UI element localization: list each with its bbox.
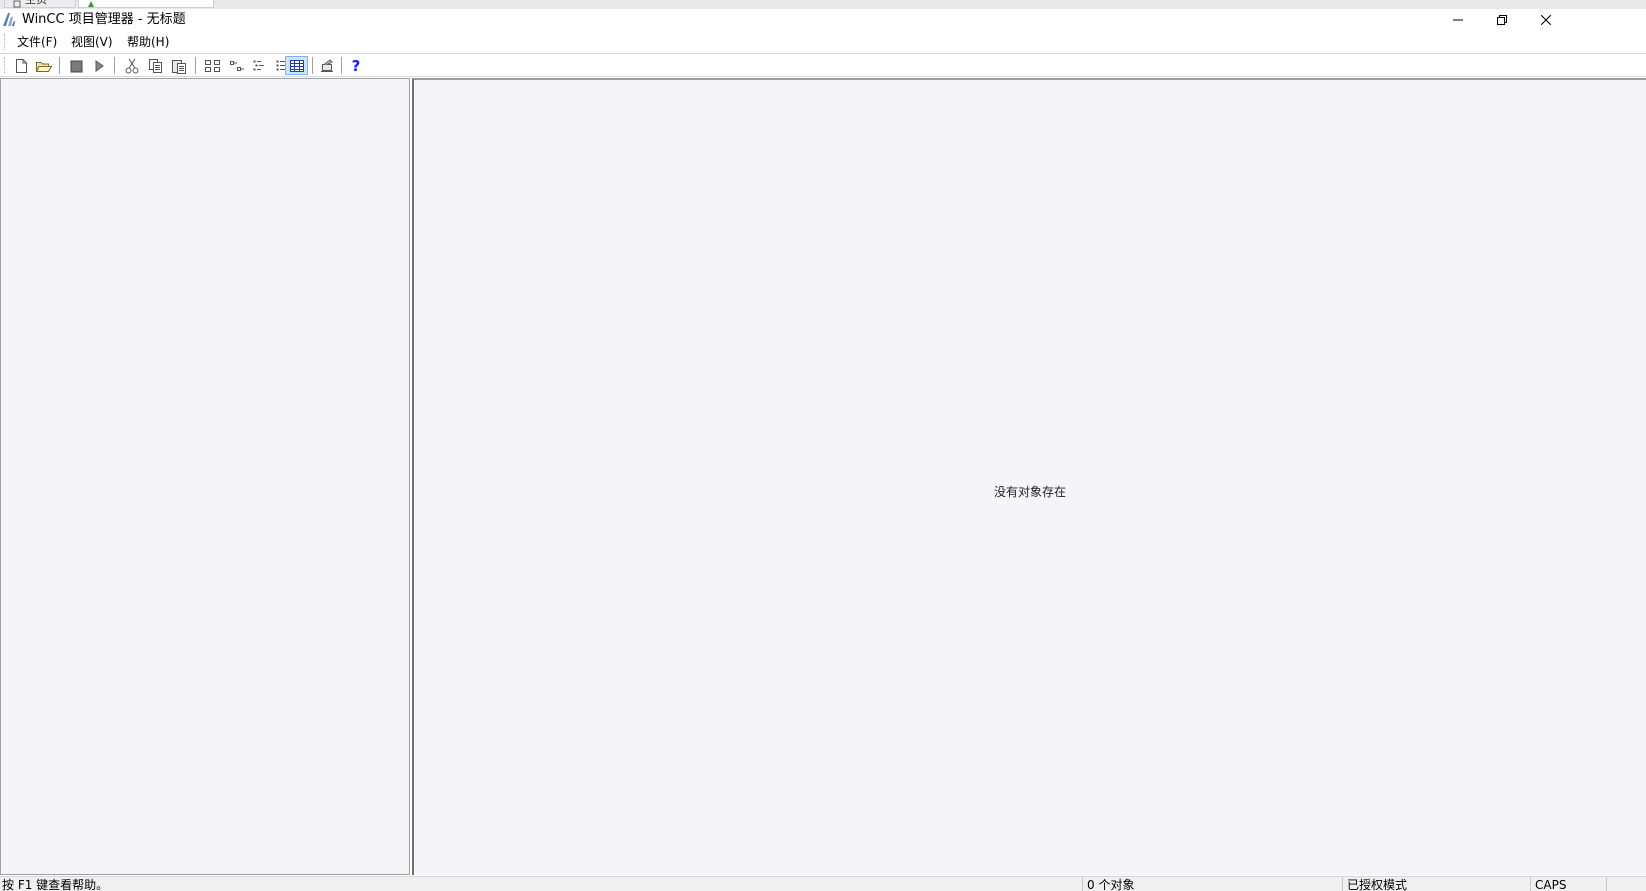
restore-icon (1497, 15, 1507, 25)
paste-button[interactable] (168, 56, 190, 75)
tab-home-label: 主页 (25, 0, 47, 6)
toolbar-separator (312, 57, 313, 74)
svg-text:?: ? (352, 58, 361, 74)
help-button[interactable]: ? (345, 56, 367, 75)
small-icons-view-icon (230, 60, 244, 71)
menu-help[interactable]: 帮助(H) (123, 34, 173, 50)
properties-button[interactable] (316, 56, 338, 75)
new-button[interactable] (10, 56, 32, 75)
small-icons-button[interactable] (226, 56, 248, 75)
menu-bar: 文件(F) 视图(V) 帮助(H) (0, 31, 1646, 53)
table-view-icon (289, 59, 304, 72)
cut-icon (125, 58, 139, 73)
toolbar-separator (341, 57, 342, 74)
list-view-button[interactable] (249, 56, 271, 75)
status-extra (1606, 877, 1646, 891)
toolbar-separator (195, 57, 196, 74)
tab-wincc[interactable] (78, 0, 214, 8)
minimize-button[interactable] (1436, 9, 1480, 31)
menu-file[interactable]: 文件(F) (13, 34, 61, 50)
title-bar: WinCC 项目管理器 - 无标题 (0, 9, 1646, 31)
tab-home[interactable]: 主页 (4, 0, 76, 8)
run-icon (95, 59, 104, 72)
status-license-mode: 已授权模式 (1342, 877, 1530, 891)
status-caps: CAPS (1530, 877, 1606, 891)
help-icon: ? (352, 58, 361, 74)
empty-message: 没有对象存在 (993, 485, 1066, 499)
close-icon (1541, 15, 1551, 25)
cut-button[interactable] (121, 56, 143, 75)
home-icon (13, 0, 21, 8)
table-view-button[interactable] (285, 56, 308, 75)
open-button[interactable] (33, 56, 55, 75)
window-title: WinCC 项目管理器 - 无标题 (22, 12, 186, 27)
large-icons-view-icon (205, 59, 220, 72)
data-window-pane[interactable]: 没有对象存在 (412, 78, 1646, 875)
paste-icon (172, 59, 186, 74)
stop-button[interactable] (65, 56, 87, 75)
menu-grip[interactable] (4, 34, 7, 50)
wincc-project-manager-window: 主页 WinCC 项目管理器 - 无标题 (0, 0, 1646, 891)
status-help-hint: 按 F1 键查看帮助。 (2, 878, 109, 891)
toolbar: ? (0, 53, 1646, 77)
new-file-icon (16, 58, 27, 73)
status-bar: 按 F1 键查看帮助。 0 个对象 已授权模式 CAPS (0, 876, 1646, 891)
copy-icon (149, 58, 162, 73)
status-object-count: 0 个对象 (1082, 877, 1342, 891)
minimize-icon (1453, 19, 1463, 21)
toolbar-grip[interactable] (4, 57, 7, 73)
restore-button[interactable] (1480, 9, 1524, 31)
toolbar-separator (114, 57, 115, 74)
wincc-app-icon (2, 11, 16, 27)
menu-view[interactable]: 视图(V) (67, 34, 117, 50)
wincc-tab-icon (87, 0, 95, 7)
large-icons-button[interactable] (202, 56, 224, 75)
copy-button[interactable] (145, 56, 167, 75)
properties-icon (321, 58, 333, 72)
project-tree-pane[interactable] (0, 78, 410, 875)
toolbar-separator (59, 57, 60, 74)
close-button[interactable] (1524, 9, 1568, 31)
run-button[interactable] (88, 56, 110, 75)
list-view-icon (253, 60, 264, 70)
open-folder-icon (36, 61, 52, 72)
stop-icon (70, 60, 83, 72)
